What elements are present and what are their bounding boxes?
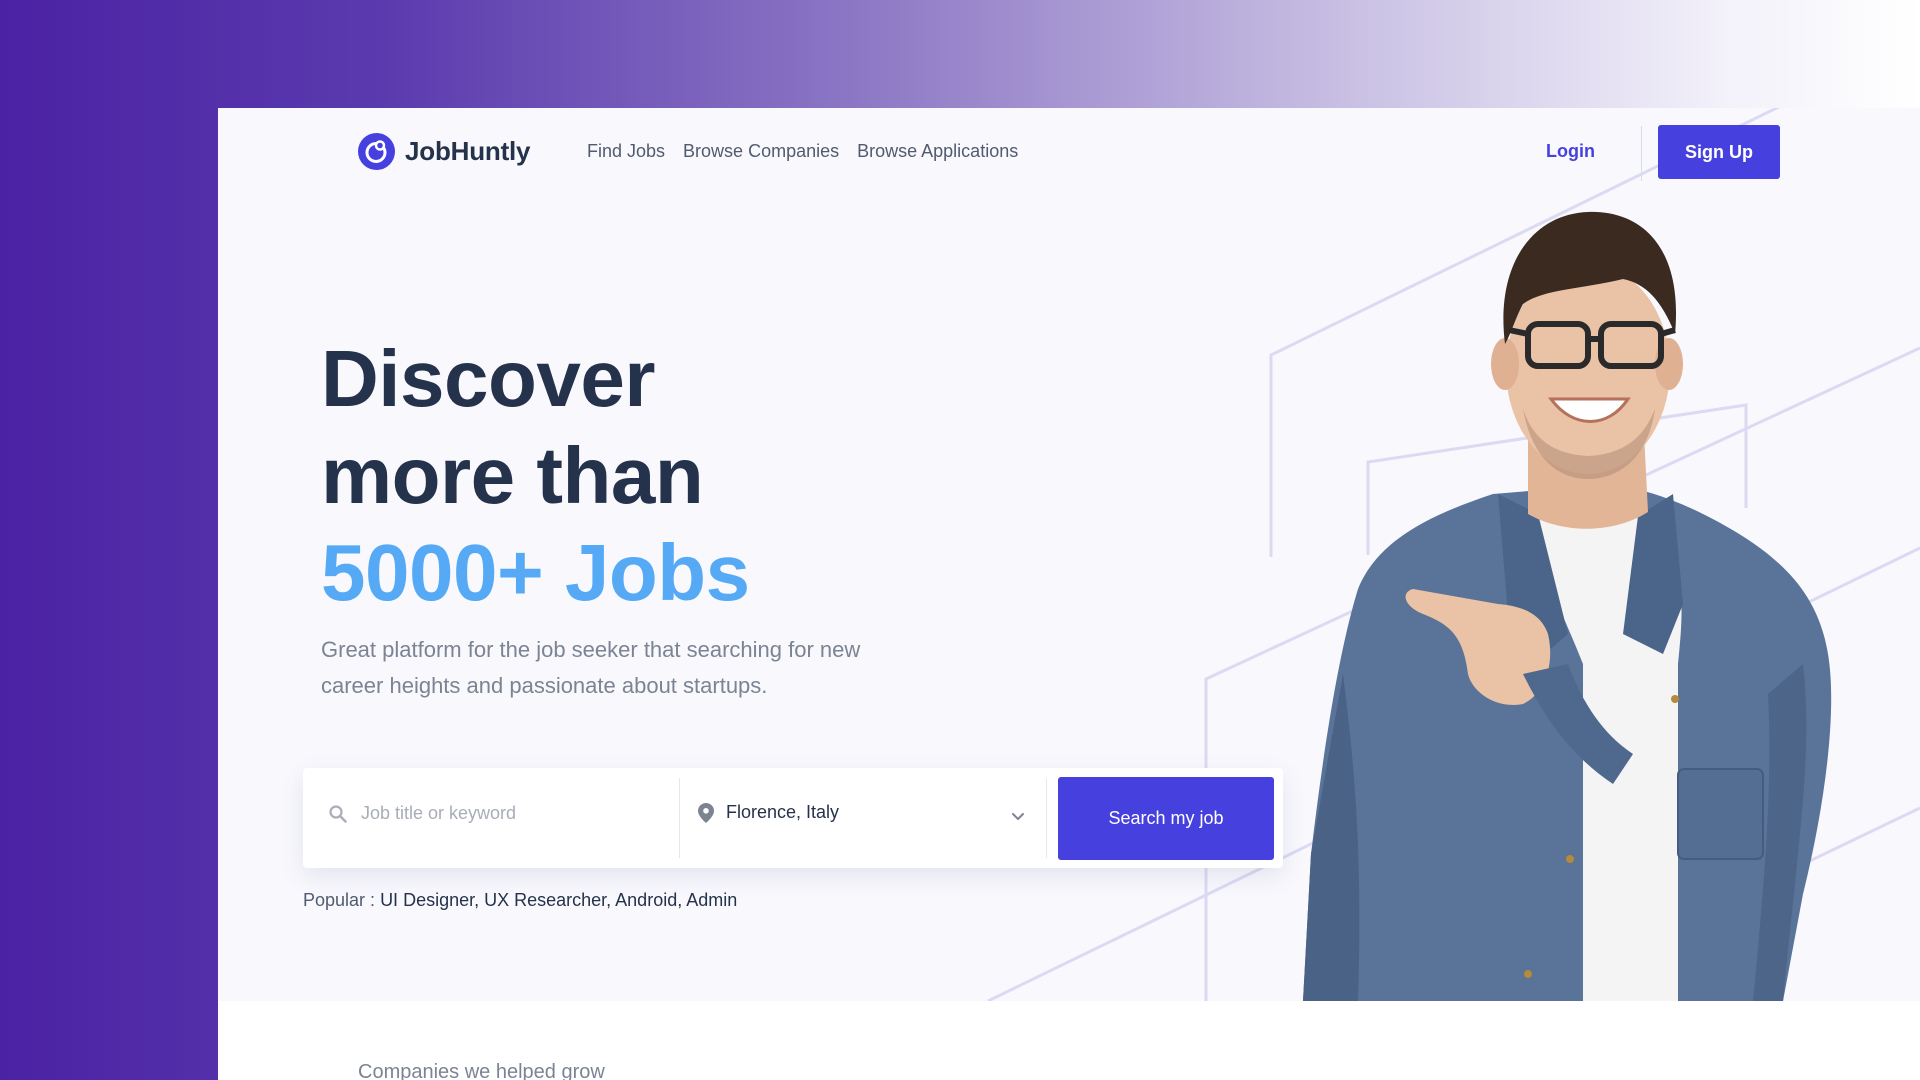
login-button[interactable]: Login xyxy=(1546,141,1595,162)
logo-icon xyxy=(358,133,395,170)
hero-section: JobHuntly Find Jobs Browse Companies Bro… xyxy=(218,108,1920,1001)
keyword-input[interactable] xyxy=(359,802,663,825)
landing-page: JobHuntly Find Jobs Browse Companies Bro… xyxy=(218,108,1920,1080)
nav-find-jobs[interactable]: Find Jobs xyxy=(587,141,665,162)
location-pin-icon xyxy=(698,802,714,823)
headline-line-1: Discover xyxy=(321,334,655,423)
job-search-bar: Florence, Italy Search my job xyxy=(303,768,1283,868)
search-divider xyxy=(679,778,680,858)
search-divider xyxy=(1046,778,1047,858)
nav-browse-applications[interactable]: Browse Applications xyxy=(857,141,1018,162)
popular-label: Popular : xyxy=(303,890,376,910)
hero-person-image xyxy=(1303,211,1832,1001)
popular-items[interactable]: UI Designer, UX Researcher, Android, Adm… xyxy=(380,890,737,910)
brand-logo[interactable]: JobHuntly xyxy=(358,133,531,170)
brand-name: JobHuntly xyxy=(405,136,531,166)
nav-divider xyxy=(1641,126,1642,181)
headline-line-3: 5000+ Jobs xyxy=(321,528,750,617)
keyword-field xyxy=(329,802,663,825)
headline-line-2: more than xyxy=(321,431,704,520)
hero-headline: Discover more than 5000+ Jobs xyxy=(321,330,750,621)
signup-button[interactable]: Sign Up xyxy=(1658,125,1780,179)
main-nav: Find Jobs Browse Companies Browse Applic… xyxy=(587,141,1018,162)
popular-searches: Popular : UI Designer, UX Researcher, An… xyxy=(303,890,737,911)
chevron-down-icon[interactable] xyxy=(1011,812,1025,822)
location-value: Florence, Italy xyxy=(726,802,840,822)
companies-section-label: Companies we helped grow xyxy=(358,1061,605,1080)
nav-browse-companies[interactable]: Browse Companies xyxy=(683,141,839,162)
search-button[interactable]: Search my job xyxy=(1058,777,1274,860)
location-select[interactable]: Florence, Italy xyxy=(698,802,1018,823)
hero-subtitle: Great platform for the job seeker that s… xyxy=(321,637,861,698)
search-icon xyxy=(329,804,347,823)
